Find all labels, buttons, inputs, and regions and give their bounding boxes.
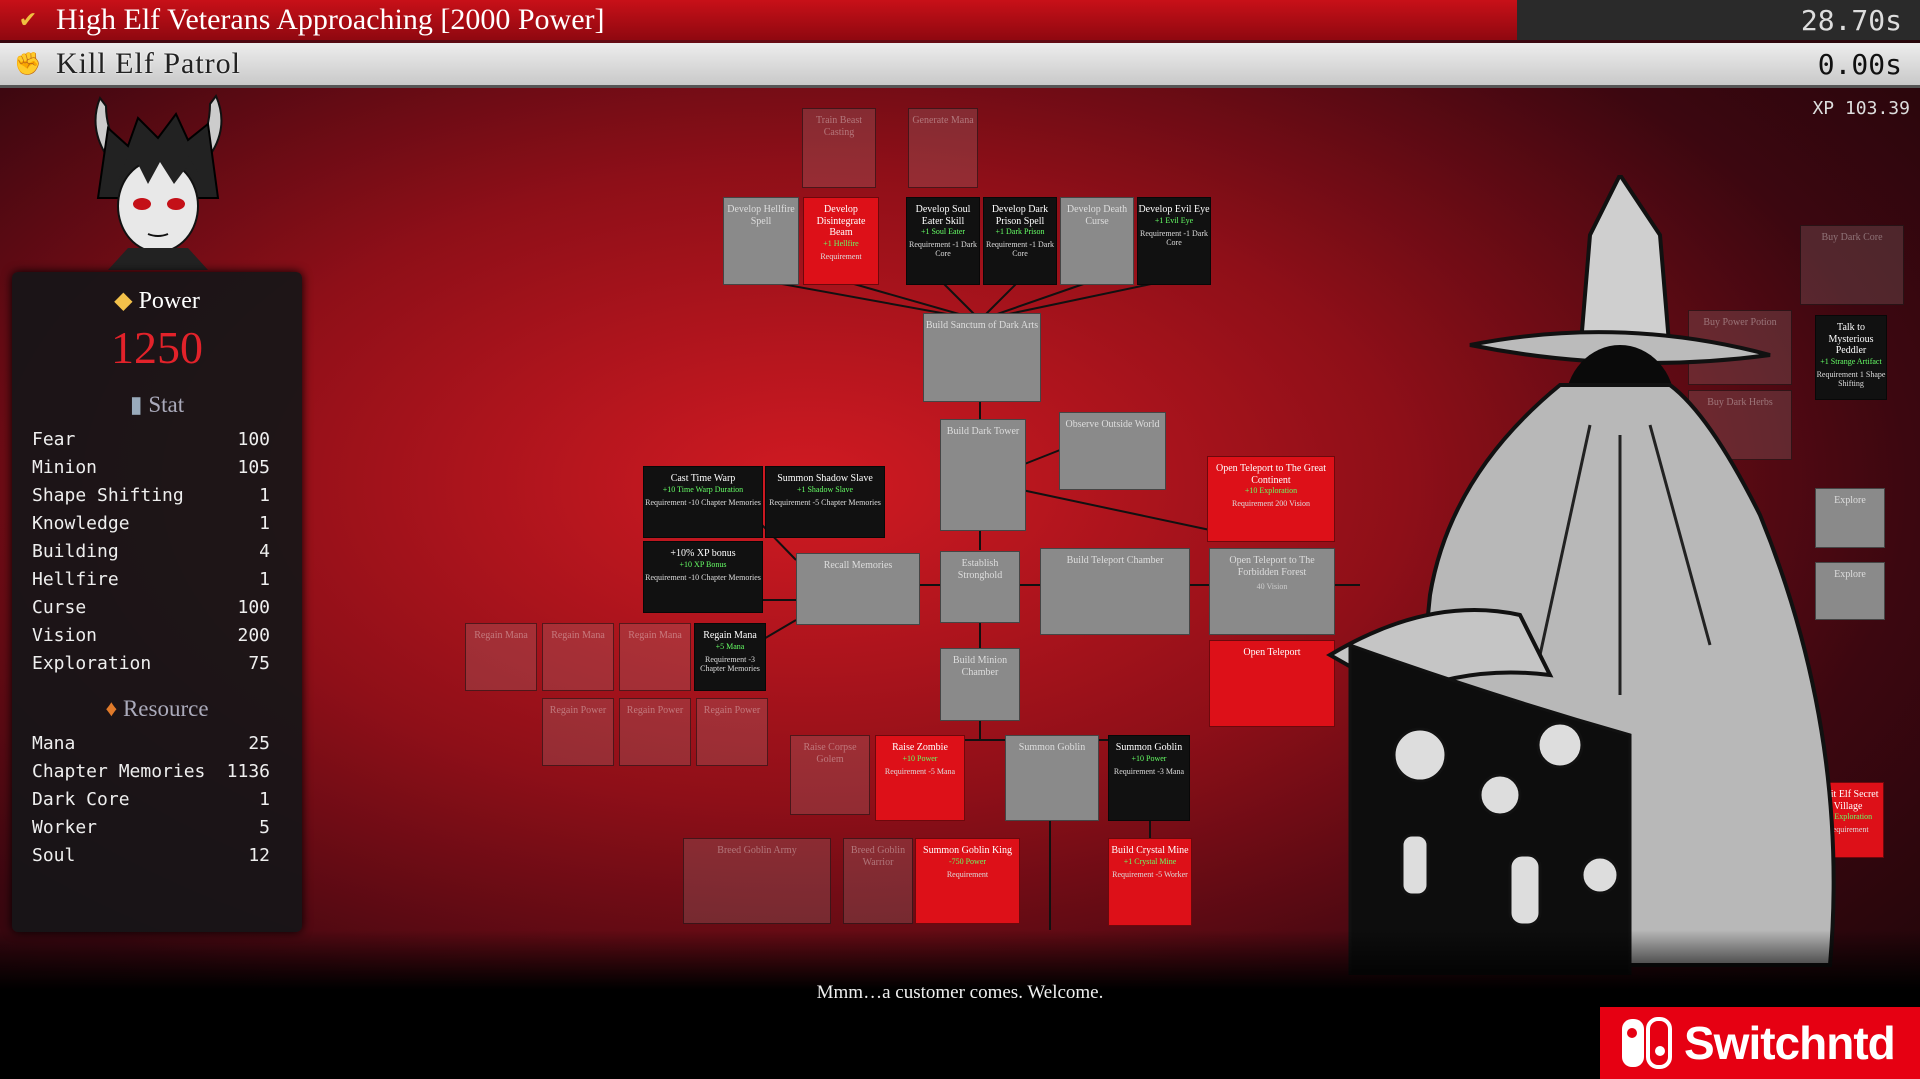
skill-node[interactable]: Regain Mana bbox=[465, 623, 537, 691]
resource-row: Worker 5 bbox=[32, 817, 270, 838]
stat-row: Knowledge 1 bbox=[32, 513, 270, 534]
skill-node[interactable]: Develop Hellfire Spell bbox=[723, 197, 799, 285]
skill-node[interactable]: Build Teleport Chamber bbox=[1040, 548, 1190, 635]
switch-logo-icon bbox=[1622, 1017, 1672, 1069]
skill-node[interactable]: Develop Evil Eye +1 Evil Eye Requirement -… bbox=[1137, 197, 1211, 285]
diamond-icon: ◆ bbox=[114, 288, 133, 314]
skill-node[interactable]: Recall Memories bbox=[796, 553, 920, 625]
skill-node[interactable]: Regain Mana bbox=[542, 623, 614, 691]
stat-row: Fear 100 bbox=[32, 429, 270, 450]
stat-row: Exploration 75 bbox=[32, 653, 270, 674]
resource-row: Chapter Memories 1136 bbox=[32, 761, 270, 782]
dialogue-text: Mmm…a customer comes. Welcome. bbox=[816, 982, 1104, 1003]
watermark-text: Switchntd bbox=[1684, 1017, 1896, 1069]
xp-readout: XP 103.39 bbox=[1812, 98, 1910, 119]
player-portrait bbox=[94, 94, 223, 270]
skill-node[interactable]: Summon Goblin +10 Power Requirement -3 Man… bbox=[1108, 735, 1190, 821]
fist-icon: ✊ bbox=[14, 51, 42, 76]
stat-row: Curse 100 bbox=[32, 597, 270, 618]
resource-row: Soul 12 bbox=[32, 845, 270, 866]
power-header: ◆ Power bbox=[114, 288, 200, 314]
skill-node[interactable]: Regain Mana +5 Mana Requirement -3 Chapter… bbox=[694, 623, 766, 691]
skill-node[interactable]: Build Crystal Mine +1 Crystal Mine Require… bbox=[1108, 838, 1192, 926]
merchant-witch-character bbox=[1326, 175, 1836, 975]
skill-node[interactable]: Build Sanctum of Dark Arts bbox=[923, 313, 1041, 402]
skill-node[interactable]: Raise Zombie +10 Power Requirement -5 Mana bbox=[875, 735, 965, 821]
resource-header: ♦ Resource bbox=[105, 696, 209, 721]
skill-node[interactable]: Develop Death Curse bbox=[1060, 197, 1134, 285]
stat-row: Building 4 bbox=[32, 541, 270, 562]
skill-node[interactable]: Regain Power bbox=[619, 698, 691, 766]
watermark-badge: Switchntd bbox=[1600, 1007, 1920, 1079]
quest-bar-secondary: ✊ Kill Elf Patrol 0.00s bbox=[0, 43, 1920, 88]
skill-node[interactable]: +10% XP bonus +10 XP Bonus Requirement -10… bbox=[643, 541, 763, 613]
skill-node[interactable]: Develop Disintegrate Beam +1 Hellfire Requ… bbox=[803, 197, 879, 285]
skill-node[interactable]: Regain Mana bbox=[619, 623, 691, 691]
skill-node[interactable]: Develop Soul Eater Skill +1 Soul Eater Req… bbox=[906, 197, 980, 285]
skill-node[interactable]: Breed Goblin Army bbox=[683, 838, 831, 924]
skill-node[interactable]: Regain Power bbox=[696, 698, 768, 766]
skill-node[interactable]: Cast Time Warp +10 Time Warp Duration Requ… bbox=[643, 466, 763, 538]
quest-title: High Elf Veterans Approaching [2000 Powe… bbox=[56, 3, 605, 36]
power-value: 1250 bbox=[111, 322, 203, 373]
skill-node[interactable]: Generate Mana bbox=[908, 108, 978, 188]
resource-list: Mana 25 Chapter Memories 1136 Dark Core 1 W… bbox=[32, 730, 270, 870]
skill-node[interactable]: Observe Outside World bbox=[1059, 412, 1166, 490]
skill-node[interactable]: Develop Dark Prison Spell +1 Dark Prison R… bbox=[983, 197, 1057, 285]
skill-node[interactable]: Summon Goblin King -750 Power Requirement bbox=[915, 838, 1020, 924]
resource-row: Dark Core 1 bbox=[32, 789, 270, 810]
stats-panel: ◆ Power 1250 ▮ Stat Fear 100 Minion 105 Sh… bbox=[12, 272, 302, 932]
resource-row: Mana 25 bbox=[32, 733, 270, 754]
quest-timer: 28.70s bbox=[1800, 3, 1902, 37]
stat-row: Vision 200 bbox=[32, 625, 270, 646]
skill-node[interactable]: Train Beast Casting bbox=[802, 108, 876, 188]
skill-node[interactable]: Raise Corpse Golem bbox=[790, 735, 870, 815]
stat-header: ▮ Stat bbox=[129, 392, 185, 417]
stat-list: Fear 100 Minion 105 Shape Shifting 1 Knowle… bbox=[32, 426, 270, 678]
stat-row: Minion 105 bbox=[32, 457, 270, 478]
bar-chart-icon: ▮ bbox=[129, 392, 143, 417]
skill-node[interactable]: Summon Goblin bbox=[1005, 735, 1099, 821]
quest-bar-primary: ✔ High Elf Veterans Approaching [2000 Po… bbox=[0, 0, 1920, 40]
skill-node[interactable]: Regain Power bbox=[542, 698, 614, 766]
skill-node[interactable]: Summon Shadow Slave +1 Shadow Slave Requir… bbox=[765, 466, 885, 538]
flame-icon: ♦ bbox=[105, 696, 118, 721]
skill-node[interactable]: Establish Stronghold bbox=[940, 551, 1020, 623]
stat-row: Hellfire 1 bbox=[32, 569, 270, 590]
skill-node[interactable]: Build Minion Chamber bbox=[940, 648, 1020, 721]
skill-node[interactable]: Breed Goblin Warrior bbox=[843, 838, 913, 924]
scroll-icon: ✔ bbox=[18, 7, 38, 32]
skill-node[interactable]: Build Dark Tower bbox=[940, 419, 1026, 531]
stat-row: Shape Shifting 1 bbox=[32, 485, 270, 506]
quest-timer: 0.00s bbox=[1817, 47, 1902, 81]
quest-title: Kill Elf Patrol bbox=[56, 47, 241, 80]
